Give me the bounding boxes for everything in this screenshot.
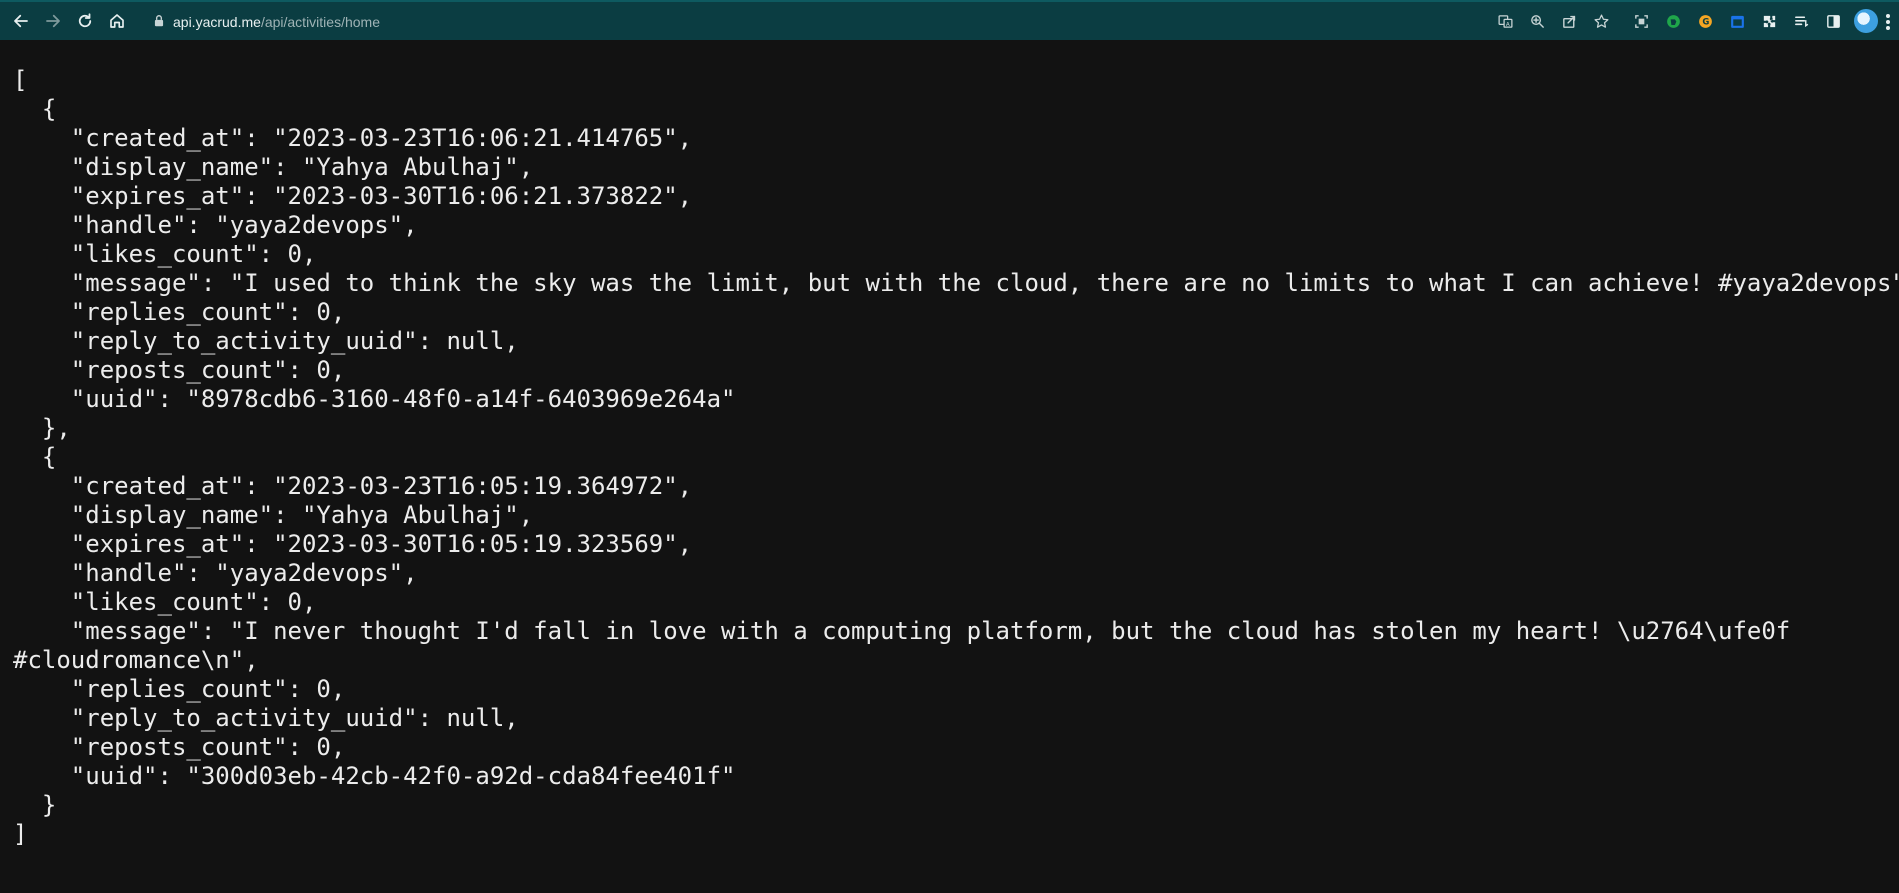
json-line: "replies_count": 0, <box>13 675 346 703</box>
profile-avatar[interactable] <box>1854 9 1878 33</box>
home-icon[interactable] <box>104 8 130 34</box>
grammarly-icon[interactable]: G <box>1696 12 1714 30</box>
back-arrow-icon[interactable] <box>8 8 34 34</box>
kebab-menu-icon[interactable] <box>1882 10 1894 34</box>
zoom-icon[interactable] <box>1528 12 1546 30</box>
json-line: { <box>13 443 57 471</box>
url-host: api.yacrud.me <box>173 14 261 30</box>
browser-toolbar: api.yacrud.me/api/activities/home A G <box>0 0 1899 40</box>
json-line: "created_at": "2023-03-23T16:06:21.41476… <box>13 124 693 152</box>
screenshot-icon[interactable] <box>1632 12 1650 30</box>
json-line: "likes_count": 0, <box>13 588 317 616</box>
lock-icon[interactable] <box>152 14 166 28</box>
json-line: "expires_at": "2023-03-30T16:05:19.32356… <box>13 530 693 558</box>
json-line: "handle": "yaya2devops", <box>13 211 418 239</box>
json-line: "display_name": "Yahya Abulhaj", <box>13 153 534 181</box>
reading-list-icon[interactable] <box>1792 12 1810 30</box>
json-line: "expires_at": "2023-03-30T16:06:21.37382… <box>13 182 693 210</box>
json-response-body: [ { "created_at": "2023-03-23T16:06:21.4… <box>13 66 1899 849</box>
json-line: "reposts_count": 0, <box>13 356 346 384</box>
json-line: "reply_to_activity_uuid": null, <box>13 704 519 732</box>
json-line: "message": "I never thought I'd fall in … <box>13 617 1791 645</box>
json-line: "handle": "yaya2devops", <box>13 559 418 587</box>
json-line: "message": "I used to think the sky was … <box>13 269 1899 297</box>
json-line: } <box>13 791 57 819</box>
reload-icon[interactable] <box>72 8 98 34</box>
evernote-icon[interactable] <box>1664 12 1682 30</box>
json-line: #cloudromance\n", <box>13 646 259 674</box>
json-line: ] <box>13 820 28 848</box>
star-icon[interactable] <box>1592 12 1610 30</box>
json-line: "reply_to_activity_uuid": null, <box>13 327 519 355</box>
svg-text:A: A <box>1505 21 1509 27</box>
json-line: [ <box>13 66 28 94</box>
json-line: "likes_count": 0, <box>13 240 317 268</box>
svg-text:G: G <box>1702 17 1709 27</box>
json-line: "replies_count": 0, <box>13 298 346 326</box>
json-line: { <box>13 95 57 123</box>
calendar-extension-icon[interactable] <box>1728 12 1746 30</box>
json-line: "created_at": "2023-03-23T16:05:19.36497… <box>13 472 693 500</box>
translate-icon[interactable]: A <box>1496 12 1514 30</box>
side-panel-icon[interactable] <box>1824 12 1842 30</box>
json-line: "reposts_count": 0, <box>13 733 346 761</box>
address-bar-url[interactable]: api.yacrud.me/api/activities/home <box>173 13 380 31</box>
json-line: "uuid": "8978cdb6-3160-48f0-a14f-6403969… <box>13 385 736 413</box>
url-path: /api/activities/home <box>260 14 380 30</box>
json-line: }, <box>13 414 71 442</box>
share-icon[interactable] <box>1560 12 1578 30</box>
forward-arrow-icon[interactable] <box>40 8 66 34</box>
json-line: "display_name": "Yahya Abulhaj", <box>13 501 534 529</box>
extensions-puzzle-icon[interactable] <box>1760 12 1778 30</box>
json-line: "uuid": "300d03eb-42cb-42f0-a92d-cda84fe… <box>13 762 736 790</box>
